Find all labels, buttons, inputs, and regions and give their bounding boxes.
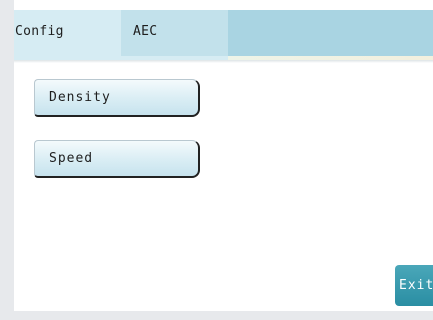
tab-aec[interactable]: AEC (121, 10, 228, 56)
tab-aec-label: AEC (133, 24, 158, 39)
exit-button-label: Exit (399, 278, 433, 293)
density-button-label: Density (49, 90, 111, 105)
exit-button[interactable]: Exit (395, 265, 433, 306)
tab-divider (14, 60, 433, 63)
speed-button[interactable]: Speed (34, 140, 200, 178)
speed-button-label: Speed (49, 151, 94, 166)
left-border (0, 0, 14, 320)
bottom-border (0, 311, 433, 320)
app-window: Config AEC Density Speed Exit (0, 0, 433, 320)
density-button[interactable]: Density (34, 79, 200, 117)
tab-config[interactable]: Config (14, 10, 121, 56)
tab-config-label: Config (15, 24, 64, 39)
